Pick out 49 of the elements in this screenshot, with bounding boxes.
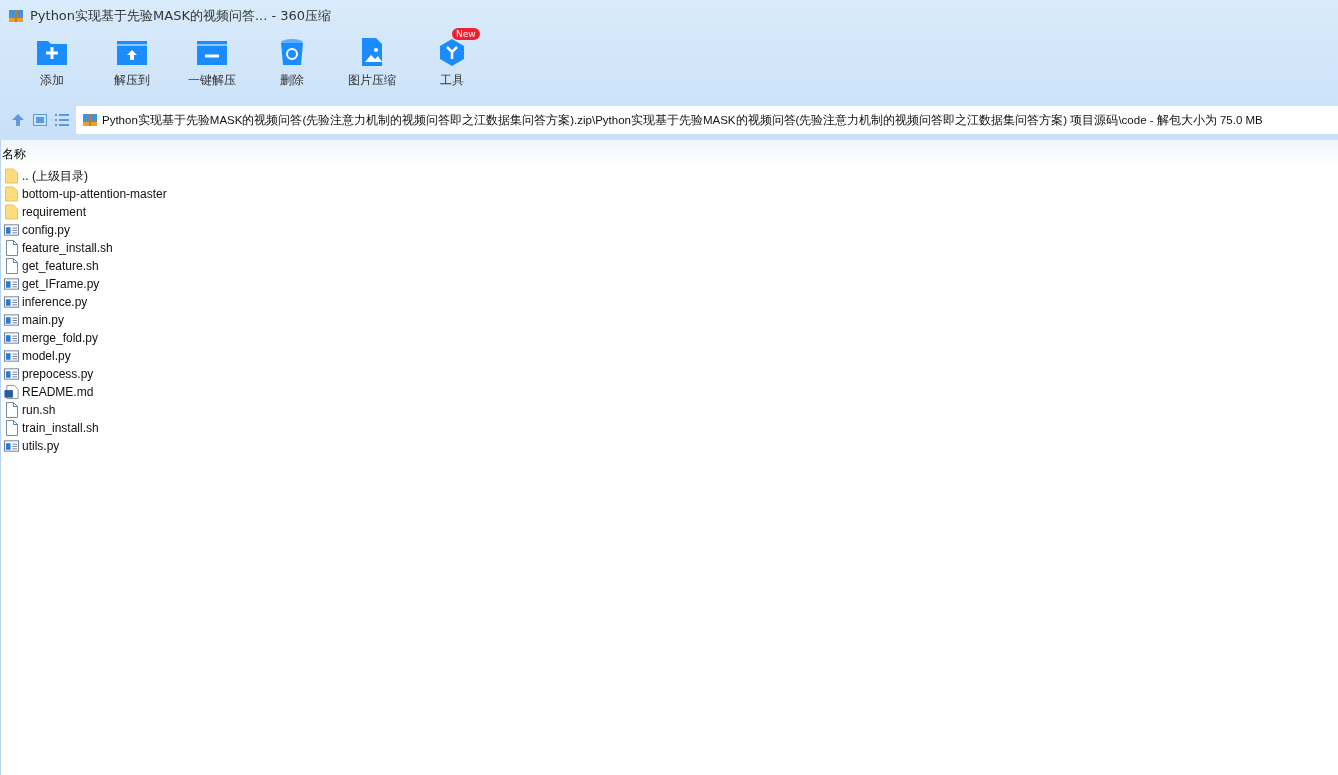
file-name[interactable]: main.py	[22, 313, 65, 327]
window-file-icon	[4, 348, 19, 364]
file-name[interactable]: README.md	[22, 385, 94, 399]
thumbnail-view-icon[interactable]	[32, 112, 48, 128]
file-name[interactable]: model.py	[22, 349, 71, 363]
file-name[interactable]: .. (上级目录)	[22, 167, 88, 185]
file-name[interactable]: merge_fold.py	[22, 331, 99, 345]
toolbar-button[interactable]: 图片压缩	[332, 32, 412, 102]
folder-upload-icon	[116, 38, 148, 66]
list-view-icon[interactable]	[54, 112, 70, 128]
folder-icon	[4, 204, 19, 220]
file-name[interactable]: inference.py	[22, 295, 88, 309]
column-header[interactable]: 名称	[2, 147, 26, 161]
file-icon	[4, 258, 19, 274]
window-file-icon	[4, 438, 19, 454]
file-name[interactable]: feature_install.sh	[22, 241, 113, 255]
file-name[interactable]: get_feature.sh	[22, 259, 99, 273]
folder-icon	[4, 186, 19, 202]
toolbar-button[interactable]: 添加	[12, 32, 92, 102]
file-name[interactable]: run.sh	[22, 403, 56, 417]
window-file-icon	[4, 276, 19, 292]
new-badge: New	[452, 28, 480, 40]
address-field[interactable]: Python实现基于先验MASK的视频问答(先验注意力机制的视频问答即之江数据集问答方案).zip\Python实现基于先验MASK的视频问答(先验注意力机制的视频问答即之江数据集问答方案) 项目源码\code - 解包大小为 75.0 MB	[76, 106, 1338, 134]
folder-plus-icon	[36, 38, 68, 66]
toolbar-button[interactable]: 解压到	[92, 32, 172, 102]
folder-minus-icon	[196, 38, 228, 66]
file-name[interactable]: requirement	[22, 205, 87, 219]
document-icon	[4, 384, 19, 400]
file-name[interactable]: utils.py	[22, 439, 60, 453]
window-file-icon	[4, 366, 19, 382]
file-icon	[4, 420, 19, 436]
file-name[interactable]: config.py	[22, 223, 71, 237]
toolbar-button[interactable]: 一键解压	[172, 32, 252, 102]
file-name[interactable]: prepocess.py	[22, 367, 94, 381]
toolbar-button[interactable]: 删除	[252, 32, 332, 102]
window-title: Python实现基于先验MASK的视频问答... - 360压缩	[30, 7, 332, 25]
file-name[interactable]: get_IFrame.py	[22, 277, 100, 291]
file-name[interactable]: bottom-up-attention-master	[22, 187, 167, 201]
archive-icon	[82, 112, 98, 128]
file-name[interactable]: train_install.sh	[22, 421, 99, 435]
file-icon	[4, 240, 19, 256]
window-file-icon	[4, 330, 19, 346]
file-icon	[4, 402, 19, 418]
window-file-icon	[4, 222, 19, 238]
archive-icon	[8, 8, 24, 24]
window-file-icon	[4, 312, 19, 328]
window-file-icon	[4, 294, 19, 310]
up-arrow-icon[interactable]	[10, 112, 26, 128]
folder-icon	[4, 168, 19, 184]
